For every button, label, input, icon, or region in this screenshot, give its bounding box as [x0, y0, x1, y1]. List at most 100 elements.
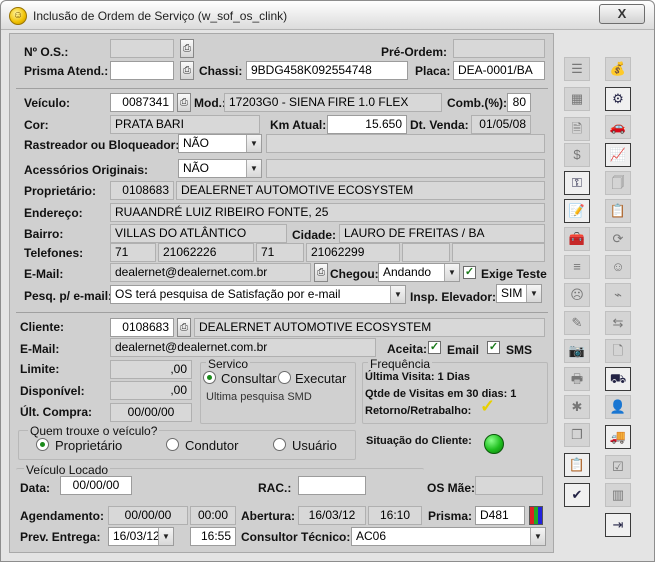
- check-doc-icon[interactable]: ✔: [564, 483, 590, 507]
- rac-label: RAC.:: [258, 481, 292, 495]
- table-icon[interactable]: ▦: [564, 87, 590, 111]
- exige-teste-checkbox[interactable]: ✓: [463, 266, 476, 279]
- acessorios-select[interactable]: NÃO ▼: [178, 159, 262, 178]
- camera-icon[interactable]: 📷: [564, 339, 590, 363]
- comb-field[interactable]: 80: [507, 93, 531, 112]
- chassi-field[interactable]: 9BDG458K092554748: [246, 61, 408, 80]
- rastreador-select[interactable]: NÃO ▼: [178, 134, 262, 153]
- notepad-icon[interactable]: 📋: [564, 453, 590, 477]
- veiculo-field[interactable]: 0087341: [110, 93, 174, 112]
- os-field[interactable]: [110, 39, 174, 58]
- pesq-email-label: Pesq. p/ e-mail:: [24, 289, 113, 303]
- parts-icon[interactable]: ⚙: [605, 87, 631, 111]
- veiculo-lookup-icon[interactable]: ⎙: [177, 93, 191, 112]
- insp-elevador-select[interactable]: SIM ▼: [496, 284, 542, 303]
- pesq-email-select[interactable]: OS terá pesquisa de Satisfação por e-mai…: [110, 285, 406, 304]
- pencil-icon[interactable]: ✎: [564, 311, 590, 335]
- prisma-lookup-icon[interactable]: ⎙: [180, 61, 194, 80]
- money-bag-icon[interactable]: 💰: [605, 57, 631, 81]
- comb-label: Comb.(%):: [447, 96, 507, 110]
- car-wash-icon[interactable]: ⛟: [605, 367, 631, 391]
- copy-icon[interactable]: ❐: [564, 423, 590, 447]
- prev-entrega-time-field[interactable]: 16:55: [190, 527, 236, 546]
- proprietario-radio[interactable]: [36, 438, 49, 451]
- usuario-radio[interactable]: [273, 438, 286, 451]
- person-icon[interactable]: 👤: [605, 395, 631, 419]
- pre-ordem-field[interactable]: [453, 39, 545, 58]
- lines-icon[interactable]: ≡: [564, 255, 590, 279]
- email-edit-icon[interactable]: ⎙: [314, 263, 328, 282]
- color-picker-icon[interactable]: [529, 506, 543, 525]
- aceita-email-label: Email: [447, 343, 480, 357]
- servico-executar-radio[interactable]: [278, 371, 291, 384]
- proprietario-name-field: DEALERNET AUTOMOTIVE ECOSYSTEM: [176, 181, 545, 200]
- acessorios-label: Acessórios Originais:: [24, 163, 149, 177]
- agendamento-label: Agendamento:: [20, 509, 104, 523]
- prisma-field[interactable]: D481: [475, 506, 525, 525]
- os-lookup-icon[interactable]: ⎙: [180, 39, 194, 58]
- aceita-email-checkbox[interactable]: ✓: [428, 341, 441, 354]
- checklist-icon[interactable]: ☑: [605, 455, 631, 479]
- consultor-select[interactable]: AC06 ▼: [351, 527, 546, 546]
- rastreador-label: Rastreador ou Bloqueador:: [24, 138, 180, 152]
- hose-icon[interactable]: ⌁: [605, 283, 631, 307]
- sad-face-icon[interactable]: ☹: [564, 283, 590, 307]
- clipboard-icon[interactable]: 📋: [605, 199, 631, 223]
- rac-field[interactable]: [298, 476, 366, 495]
- memory-icon[interactable]: ▥: [605, 483, 631, 507]
- document-search-icon[interactable]: 🗎: [564, 117, 590, 141]
- cor-label: Cor:: [24, 118, 49, 132]
- car-key-icon[interactable]: ⚿: [564, 171, 590, 195]
- chart-icon[interactable]: 📈: [605, 143, 631, 167]
- toolbox-icon[interactable]: 🧰: [564, 227, 590, 251]
- cliente-lookup-icon[interactable]: ⎙: [177, 318, 191, 337]
- merge-icon[interactable]: ⇆: [605, 311, 631, 335]
- pages-icon[interactable]: 🗍: [605, 171, 631, 195]
- prev-entrega-label: Prev. Entrega:: [20, 530, 101, 544]
- form-panel: Nº O.S.: ⎙ Pré-Ordem: Prisma Atend.: ⎙ C…: [9, 33, 554, 553]
- km-atual-field[interactable]: 15.650: [327, 115, 407, 134]
- printer-icon[interactable]: 🖶: [564, 367, 590, 391]
- abertura-label: Abertura:: [241, 509, 296, 523]
- status-led-icon: [484, 434, 504, 454]
- chevron-down-icon: ▼: [246, 160, 261, 177]
- chevron-down-icon: ▼: [444, 264, 459, 281]
- ultima-visita-label: Última Visita: 1 Dias: [365, 371, 470, 383]
- cidade-field: LAURO DE FREITAS / BA: [339, 224, 545, 243]
- aceita-sms-checkbox[interactable]: ✓: [487, 341, 500, 354]
- money-icon[interactable]: $: [564, 143, 590, 167]
- condutor-radio[interactable]: [166, 438, 179, 451]
- limite-field: ,00: [110, 360, 192, 379]
- usuario-radio-label: Usuário: [292, 438, 337, 453]
- prisma-atend-field[interactable]: [110, 61, 174, 80]
- separator: [16, 88, 548, 89]
- chegou-select[interactable]: Andando ▼: [378, 263, 460, 282]
- servico-consultar-radio[interactable]: [203, 371, 216, 384]
- telefone2-field: 21062299: [306, 243, 400, 262]
- proprietario-code-field: 0108683: [110, 181, 174, 200]
- os-label: Nº O.S.:: [24, 45, 69, 59]
- list-icon[interactable]: ☰: [564, 57, 590, 81]
- chegou-value: Andando: [383, 265, 432, 279]
- rastreador-desc-field: [266, 134, 545, 153]
- close-button[interactable]: X: [599, 4, 645, 24]
- chevron-down-icon: ▼: [526, 285, 541, 302]
- pre-ordem-label: Pré-Ordem:: [381, 45, 448, 59]
- bug-icon[interactable]: ✱: [564, 395, 590, 419]
- prev-entrega-date-select[interactable]: 16/03/12 ▼: [108, 527, 174, 546]
- calendar-dropdown-icon: ▼: [158, 528, 173, 545]
- refresh-icon[interactable]: ⟳: [605, 227, 631, 251]
- car-icon[interactable]: 🚗: [605, 115, 631, 139]
- exit-icon[interactable]: ⇥: [605, 513, 631, 537]
- cliente-code-field[interactable]: 0108683: [110, 318, 174, 337]
- notes-icon[interactable]: 📝: [564, 199, 590, 223]
- truck-icon[interactable]: 🚚: [605, 425, 631, 449]
- rastreador-value: NÃO: [183, 136, 210, 150]
- prisma-atend-label: Prisma Atend.:: [24, 64, 109, 78]
- telefone3-field: [452, 243, 545, 262]
- dt-venda-field: 01/05/08: [471, 115, 531, 134]
- data-field[interactable]: 00/00/00: [60, 476, 132, 495]
- placa-field[interactable]: DEA-0001/BA: [453, 61, 545, 80]
- doc-icon[interactable]: 🗋: [605, 339, 631, 363]
- smile-face-icon[interactable]: ☺: [605, 255, 631, 279]
